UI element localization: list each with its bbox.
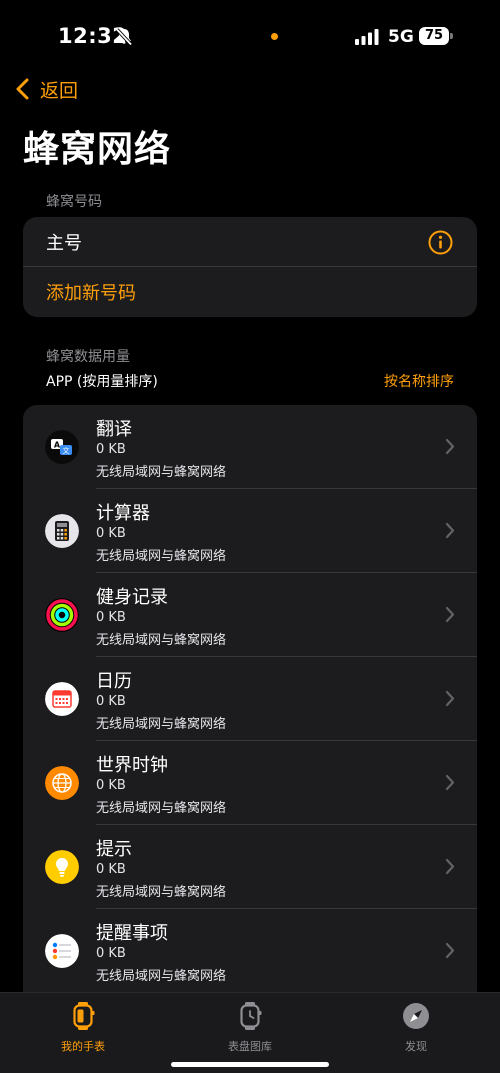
app-network: 无线局域网与蜂窝网络 (96, 465, 227, 480)
app-name: 提醒事项 (96, 923, 168, 944)
chevron-right-icon (445, 522, 455, 539)
app-name: 提示 (96, 839, 132, 860)
app-size: 0 KB (96, 862, 126, 877)
lightbulb-icon (45, 850, 79, 884)
list-item[interactable]: 健身记录 0 KB 无线局域网与蜂窝网络 (23, 573, 477, 657)
app-network: 无线局域网与蜂窝网络 (96, 969, 227, 984)
chevron-right-icon (445, 942, 455, 959)
numbers-card: 主号 添加新号码 (23, 217, 477, 317)
app-name: 世界时钟 (96, 755, 168, 776)
chevron-right-icon (445, 774, 455, 791)
chevron-left-icon (16, 78, 29, 100)
reminders-icon (45, 934, 79, 968)
app-name: 翻译 (96, 419, 132, 440)
back-label: 返回 (40, 79, 79, 102)
app-size: 0 KB (96, 442, 126, 457)
tab-label: 我的手表 (61, 1040, 105, 1053)
app-size: 0 KB (96, 694, 126, 709)
globe-icon (45, 766, 79, 800)
battery-level: 75 (419, 27, 449, 45)
app-network: 无线局域网与蜂窝网络 (96, 633, 227, 648)
app-network: 无线局域网与蜂窝网络 (96, 549, 227, 564)
app-name: 计算器 (96, 503, 150, 524)
numbers-section-label: 蜂窝号码 (46, 194, 102, 210)
list-item[interactable]: 提示 0 KB 无线局域网与蜂窝网络 (23, 825, 477, 909)
list-item[interactable]: 计算器 0 KB 无线局域网与蜂窝网络 (23, 489, 477, 573)
info-icon[interactable] (428, 230, 453, 255)
usage-header: APP (按用量排序) 按名称排序 (46, 371, 454, 391)
page-title: 蜂窝网络 (23, 129, 172, 170)
recording-dot (271, 33, 278, 40)
list-item[interactable]: A 文 翻译 0 KB 无线局域网与蜂窝网络 (23, 405, 477, 489)
calculator-icon (45, 514, 79, 548)
tab-label: 发现 (405, 1040, 427, 1053)
app-size: 0 KB (96, 946, 126, 961)
tab-my-watch[interactable]: 我的手表 (28, 1001, 138, 1054)
primary-number-row[interactable]: 主号 (23, 217, 477, 267)
sort-by-name-button[interactable]: 按名称排序 (384, 371, 454, 391)
home-indicator[interactable] (171, 1062, 329, 1067)
calendar-icon (45, 682, 79, 716)
tab-label: 表盘图库 (228, 1040, 272, 1053)
app-network: 无线局域网与蜂窝网络 (96, 885, 227, 900)
watch-icon (73, 1002, 95, 1030)
add-number-label: 添加新号码 (46, 283, 136, 304)
watch-face-icon (240, 1002, 262, 1030)
app-list: A 文 翻译 0 KB 无线局域网与蜂窝网络 计算器 0 KB 无线局域网与蜂窝… (23, 405, 477, 1005)
sort-info: APP (按用量排序) (46, 374, 158, 390)
list-item[interactable]: 世界时钟 0 KB 无线局域网与蜂窝网络 (23, 741, 477, 825)
app-network: 无线局域网与蜂窝网络 (96, 717, 227, 732)
svg-text:A: A (54, 441, 61, 450)
back-button[interactable]: 返回 (14, 76, 78, 102)
tab-bar: 我的手表 表盘图库 发现 (0, 992, 500, 1073)
svg-text:文: 文 (63, 446, 70, 455)
cellular-signal-icon (355, 29, 379, 45)
compass-icon (403, 1003, 429, 1029)
app-size: 0 KB (96, 778, 126, 793)
activity-rings-icon (45, 598, 79, 632)
app-name: 日历 (96, 671, 132, 692)
list-item[interactable]: 日历 0 KB 无线局域网与蜂窝网络 (23, 657, 477, 741)
bell-slash-icon (115, 28, 133, 46)
usage-section-label: 蜂窝数据用量 (46, 349, 130, 365)
app-network: 无线局域网与蜂窝网络 (96, 801, 227, 816)
add-number-row[interactable]: 添加新号码 (23, 267, 477, 317)
primary-number-label: 主号 (46, 232, 82, 254)
tab-face-gallery[interactable]: 表盘图库 (195, 1001, 305, 1054)
app-size: 0 KB (96, 610, 126, 625)
app-size: 0 KB (96, 526, 126, 541)
chevron-right-icon (445, 438, 455, 455)
status-bar: 12:32 5G 75 (0, 0, 500, 74)
translate-icon: A 文 (45, 430, 79, 464)
tab-discover[interactable]: 发现 (361, 1001, 471, 1054)
app-name: 健身记录 (96, 587, 168, 608)
list-item[interactable]: 提醒事项 0 KB 无线局域网与蜂窝网络 (23, 909, 477, 993)
chevron-right-icon (445, 606, 455, 623)
battery-icon: 75 (419, 27, 453, 45)
chevron-right-icon (445, 858, 455, 875)
chevron-right-icon (445, 690, 455, 707)
network-type: 5G (388, 27, 414, 47)
